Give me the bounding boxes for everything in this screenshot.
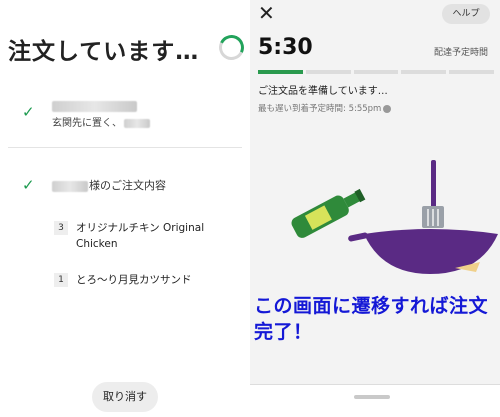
progress-step xyxy=(258,70,303,74)
wok-icon xyxy=(348,229,498,274)
delivery-status-screen: ✕ ヘルプ 5:30 配達予定時間 ご注文品を準備しています… 最も遅い到着予定… xyxy=(250,0,500,417)
item-name: オリジナルチキン Original Chicken xyxy=(76,222,205,250)
item-quantity: 3 xyxy=(54,221,68,235)
divider xyxy=(8,147,242,148)
bottom-sheet[interactable] xyxy=(250,384,500,417)
spatula-icon xyxy=(422,160,444,228)
check-icon: ✓ xyxy=(22,176,35,194)
item-quantity: 1 xyxy=(54,273,68,287)
delivery-instruction: 玄関先に置く、 xyxy=(52,114,150,129)
eta-time: 5:30 xyxy=(258,35,313,60)
cancel-button[interactable]: 取り消す xyxy=(92,382,158,412)
status-text: ご注文品を準備しています… xyxy=(258,86,388,97)
close-icon[interactable]: ✕ xyxy=(258,3,275,23)
bottle-icon xyxy=(291,188,366,238)
drag-handle[interactable] xyxy=(354,395,390,399)
redacted-name xyxy=(52,180,88,192)
spinner-icon xyxy=(215,31,248,64)
delivery-instruction-label: 玄関先に置く、 xyxy=(52,118,122,129)
list-item: 3 オリジナルチキン Original Chicken xyxy=(54,220,226,252)
address-name-redacted xyxy=(52,96,137,112)
cooking-illustration xyxy=(291,160,498,274)
list-item: 1 とろ〜り月見カツサンド xyxy=(54,272,226,288)
order-heading-label: 様のご注文内容 xyxy=(89,179,166,192)
progress-step xyxy=(305,70,351,74)
item-name: とろ〜り月見カツサンド xyxy=(76,274,192,286)
progress-step xyxy=(449,70,494,74)
check-icon: ✓ xyxy=(22,103,35,121)
latest-arrival: 最も遅い到着予定時間: 5:55pm xyxy=(258,102,392,114)
latest-arrival-text: 最も遅い到着予定時間: 5:55pm xyxy=(258,104,382,114)
progress-step xyxy=(401,70,447,74)
eta-label: 配達予定時間 xyxy=(434,48,489,58)
redacted-text xyxy=(124,118,150,128)
order-contents-heading: 様のご注文内容 xyxy=(52,177,166,193)
progress-step xyxy=(353,70,399,74)
order-progress-screen: 注文しています… ✓ 玄関先に置く、 ✓ 様のご注文内容 3 オリジナルチキン O… xyxy=(0,0,248,417)
page-title: 注文しています… xyxy=(8,39,200,65)
completion-annotation: この画面に遷移すれば注文完了！ xyxy=(254,295,489,343)
info-icon[interactable] xyxy=(383,104,392,113)
progress-bar xyxy=(258,70,494,74)
help-button[interactable]: ヘルプ xyxy=(442,4,490,24)
